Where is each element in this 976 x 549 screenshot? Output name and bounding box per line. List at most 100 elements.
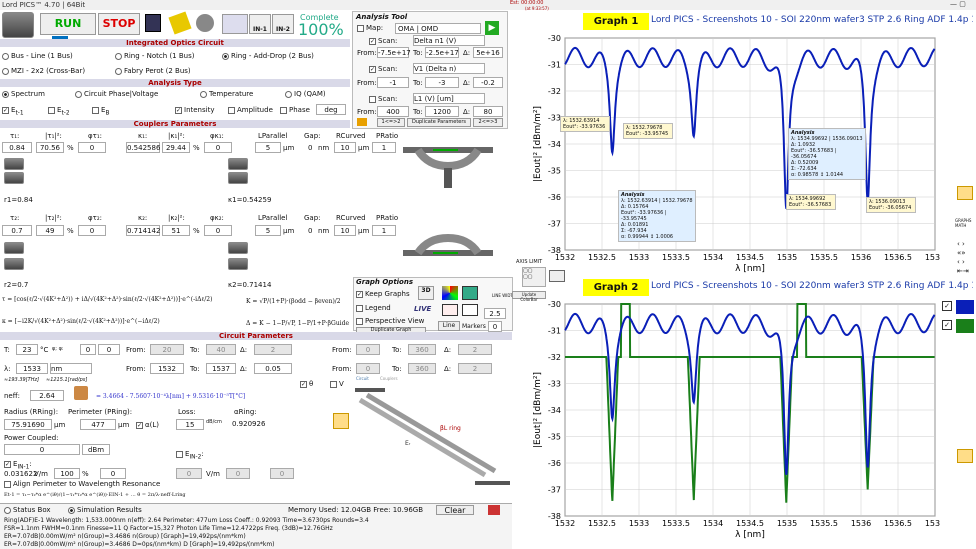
power-unit-select[interactable]: dBm [82, 444, 110, 455]
map-check[interactable]: Map: [357, 24, 383, 32]
v-delta[interactable]: 2 [458, 363, 492, 374]
radio-circuit-phase[interactable]: Circuit Phase|Voltage [75, 90, 158, 98]
radio-fabry-perot[interactable]: Fabry Perot (2 Bus) [115, 67, 191, 75]
phi-kappa2-input[interactable]: 0 [204, 225, 232, 236]
nav-arrows-icon[interactable]: ‹ › «» ‹ › ⇤⇥ [957, 240, 969, 276]
coupler-icon[interactable] [4, 258, 24, 270]
radio-spectrum[interactable]: Spectrum [2, 90, 45, 98]
radius-input[interactable]: 75.91690 [4, 419, 52, 430]
link-icon[interactable] [357, 118, 367, 126]
scan3-select[interactable]: L1 (V) [um] [413, 93, 485, 104]
rcurved1-input[interactable]: 10 [334, 142, 356, 153]
scan1-from[interactable]: -7.5e+17 [377, 47, 411, 58]
radio-iq[interactable]: IQ (QAM) [285, 90, 326, 98]
perspective-check[interactable]: Perspective View [356, 317, 424, 325]
graph2-chart[interactable]: -30-31-32-33-34-35-36-37-381532 1532.5 153… [530, 296, 940, 549]
graph-view-icon[interactable] [222, 14, 248, 34]
kappa2sq-input[interactable]: 51 [162, 225, 190, 236]
run-button[interactable]: RUN [40, 13, 96, 35]
scan1-select[interactable]: Delta n1 (V) [413, 35, 485, 46]
coupler-icon[interactable] [4, 242, 24, 254]
temp-from[interactable]: 20 [150, 344, 184, 355]
lambda-delta[interactable]: 0.05 [254, 363, 292, 374]
ein2-check[interactable]: EIN-2: [176, 450, 204, 460]
pratio1-input[interactable]: 1 [372, 142, 396, 153]
pratio2-input[interactable]: 1 [372, 225, 396, 236]
rcurved2-input[interactable]: 10 [334, 225, 356, 236]
check-intensity[interactable]: ✓ Intensity [175, 106, 214, 114]
clear-button[interactable]: Clear [436, 505, 474, 515]
ein2-pct-input[interactable]: 0 [226, 468, 250, 479]
v-to[interactable]: 360 [408, 363, 436, 374]
lpar2-input[interactable]: 5 [255, 225, 281, 236]
tau2-input[interactable]: 0.7 [2, 225, 32, 236]
map-select[interactable]: OMA | OMD [395, 23, 481, 34]
results-tab[interactable]: Simulation Results [68, 506, 142, 514]
scan1-to[interactable]: -2.5e+17 [425, 47, 459, 58]
phi-kappa1-input[interactable]: 0 [204, 142, 232, 153]
power-coupled-input[interactable]: 0 [4, 444, 80, 455]
save-icon[interactable] [145, 14, 161, 32]
line-chart-icon[interactable] [442, 304, 458, 316]
person-icon[interactable] [333, 413, 349, 429]
radio-ring-notch[interactable]: Ring - Notch (1 Bus) [115, 52, 194, 60]
phi-tau1-input[interactable]: 0 [78, 142, 106, 153]
stop-button[interactable]: STOP [98, 13, 140, 35]
grid-icon[interactable] [462, 304, 478, 316]
legend-check[interactable]: Legend [356, 304, 391, 312]
ein1-pct-input[interactable]: 100 [54, 468, 80, 479]
surface-icon[interactable] [462, 286, 478, 300]
scan2-to[interactable]: -3 [425, 77, 459, 88]
gear-icon[interactable] [196, 14, 214, 32]
scan1-check[interactable]: ✓ Scan: [369, 37, 397, 45]
check-phase[interactable]: Phase [280, 106, 310, 114]
series2-check[interactable]: ✓ [942, 320, 952, 330]
neff-calc-icon[interactable] [74, 386, 88, 400]
scan3-delta[interactable]: 80 [473, 106, 503, 117]
phi-in1-input[interactable]: 0 [100, 468, 126, 479]
radio-ring-add-drop[interactable]: Ring - Add-Drop (2 Bus) [222, 52, 314, 60]
ein2-value[interactable]: 0 [176, 468, 202, 479]
markers-select[interactable]: 0 [488, 321, 502, 332]
person-icon[interactable] [957, 449, 973, 463]
swap12-button[interactable]: 1<=>2 [377, 118, 405, 127]
lambda-input[interactable]: 1533 [16, 363, 48, 374]
phase1-input[interactable]: 0 [80, 344, 96, 355]
radio-temperature[interactable]: Temperature [200, 90, 253, 98]
line-width-input[interactable]: 2.5 [484, 308, 506, 319]
check-et1[interactable]: ✓ Et-1 [2, 106, 24, 116]
status-tab[interactable]: Status Box [4, 506, 51, 514]
3d-view-icon[interactable]: 3D [418, 286, 434, 300]
v-check[interactable]: V [330, 380, 344, 388]
scan2-check[interactable]: ✓ Scan: [369, 65, 397, 73]
window-controls-icon[interactable]: — ▢ [950, 0, 966, 8]
neff-input[interactable]: 2.64 [30, 390, 64, 401]
lambda-from[interactable]: 1532 [150, 363, 184, 374]
check-amplitude[interactable]: Amplitude [228, 106, 273, 114]
theta-check[interactable]: ✓ θ [300, 380, 313, 388]
coupler-icon[interactable] [228, 258, 248, 270]
scan3-check[interactable]: Scan: [369, 95, 397, 103]
lambda-to[interactable]: 1537 [206, 363, 236, 374]
phase2-input[interactable]: 0 [98, 344, 120, 355]
scan3-to[interactable]: 1200 [425, 106, 459, 117]
couplers-tab[interactable]: Couplers [380, 376, 398, 381]
person-icon[interactable] [957, 186, 973, 200]
note-icon[interactable] [168, 11, 192, 35]
swap23-button[interactable]: 2<=>3 [473, 118, 503, 127]
tau2sq-input[interactable]: 49 [36, 225, 64, 236]
series1-color-swatch[interactable] [956, 300, 974, 314]
scan2-delta[interactable]: -0.2 [473, 77, 503, 88]
graph1-chart[interactable]: -30-31-32-33-34-35-36-37-381532 1532.5 153… [530, 30, 940, 280]
tau1sq-input[interactable]: 70.56 [36, 142, 64, 153]
lambda-unit-select[interactable]: nm [50, 363, 92, 374]
kappa1-input[interactable]: 0.542586 [126, 142, 160, 153]
graph2-tag[interactable]: Graph 2 [583, 279, 649, 296]
lpar1-input[interactable]: 5 [255, 142, 281, 153]
scan3-from[interactable]: 400 [377, 106, 409, 117]
scan2-select[interactable]: V1 (Delta n) [413, 63, 485, 74]
temp-to[interactable]: 40 [206, 344, 236, 355]
circuit-tab[interactable]: Circuit [356, 376, 369, 381]
line-style-select[interactable]: Line [438, 321, 460, 331]
coupler-icon[interactable] [228, 172, 248, 184]
